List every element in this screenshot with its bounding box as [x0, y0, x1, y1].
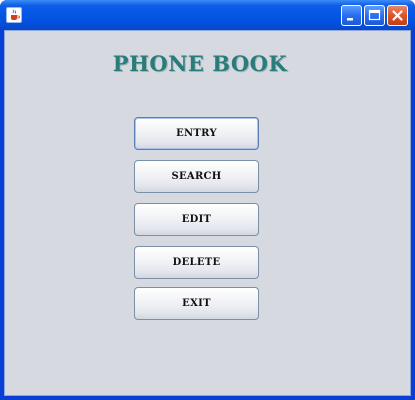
maximize-button[interactable]: [364, 5, 385, 26]
edit-button[interactable]: EDIT: [134, 203, 259, 236]
minimize-icon: [347, 18, 353, 21]
entry-button[interactable]: ENTRY: [134, 117, 259, 150]
search-button[interactable]: SEARCH: [134, 160, 259, 193]
content-pane: PHONE BOOK ENTRY SEARCH EDIT DELETE EXIT: [4, 30, 411, 396]
minimize-button[interactable]: [341, 5, 362, 26]
delete-button[interactable]: DELETE: [134, 246, 259, 279]
java-cup-icon[interactable]: [6, 7, 22, 23]
app-window: PHONE BOOK ENTRY SEARCH EDIT DELETE EXIT: [0, 0, 415, 400]
close-icon: [392, 10, 403, 21]
page-title: PHONE BOOK: [112, 51, 288, 76]
exit-button[interactable]: EXIT: [134, 287, 259, 320]
title-bar[interactable]: [0, 0, 415, 30]
maximize-icon: [368, 9, 381, 21]
close-button[interactable]: [387, 5, 408, 26]
